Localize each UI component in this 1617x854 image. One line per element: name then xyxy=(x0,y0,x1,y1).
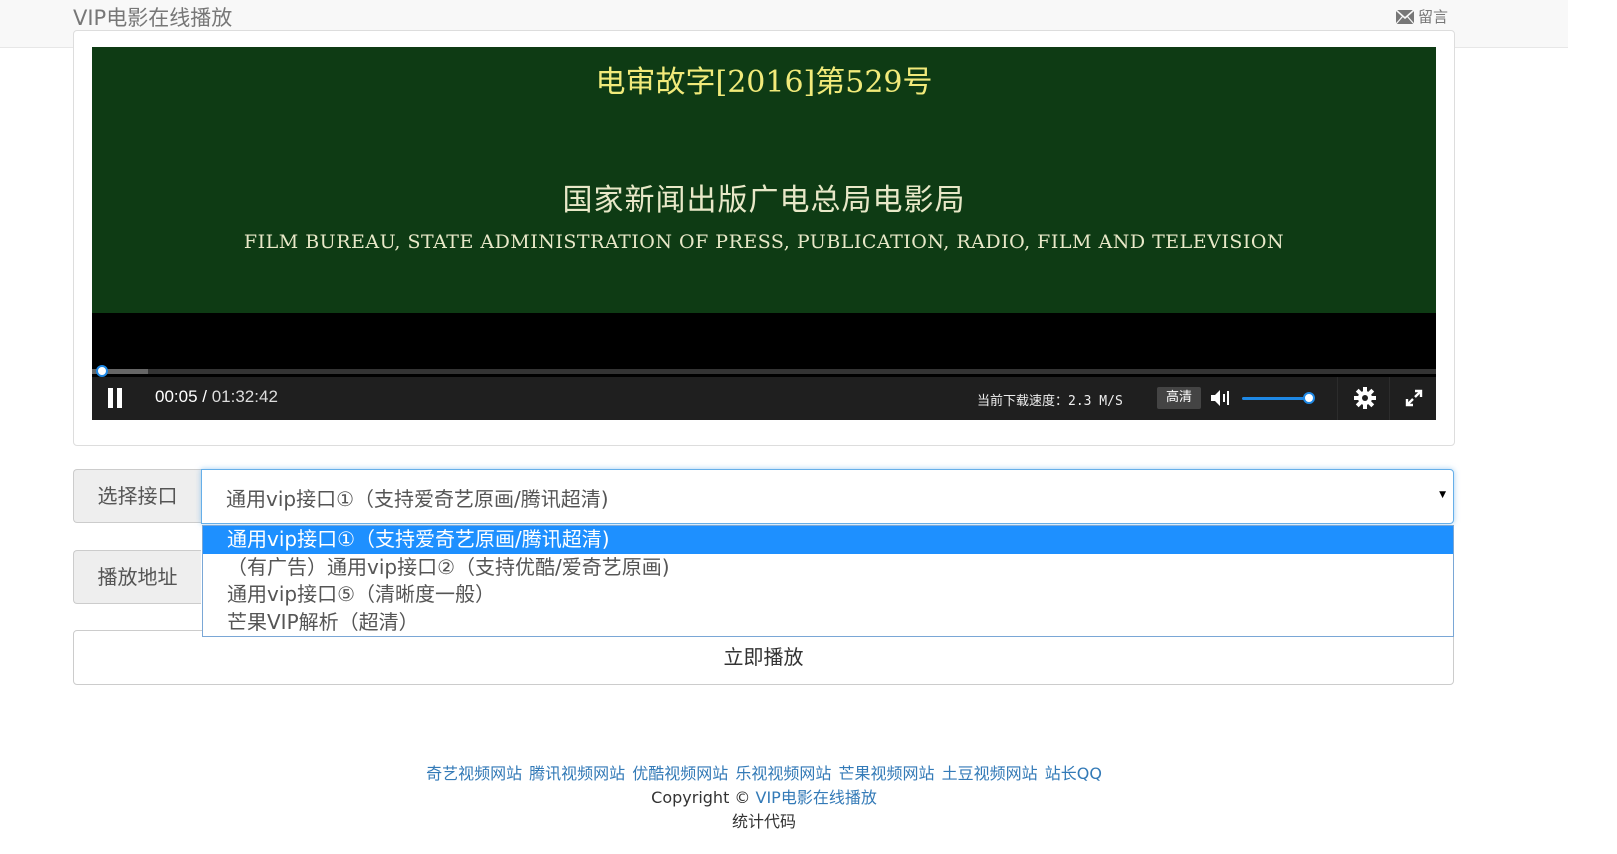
interface-option[interactable]: （有广告）通用vip接口②（支持优酷/爱奇艺原画) xyxy=(203,554,1453,582)
player-controls: 00:05 / 01:32:42 当前下载速度：2.3 M/S 高清 xyxy=(92,377,1436,420)
gear-icon[interactable] xyxy=(1353,386,1377,410)
total-time: 01:32:42 xyxy=(211,387,278,406)
video-frame: 电审故字[2016]第529号 国家新闻出版广电总局电影局 FILM BUREA… xyxy=(92,47,1436,313)
page-scrollbar[interactable] xyxy=(1568,0,1617,854)
footer-link[interactable]: 腾讯视频网站 xyxy=(529,764,625,783)
play-now-button[interactable]: 立即播放 xyxy=(73,630,1454,685)
stats-code: 统计代码 xyxy=(731,812,796,831)
volume-icon[interactable] xyxy=(1210,388,1232,408)
footer-link[interactable]: 乐视视频网站 xyxy=(735,764,831,783)
volume-slider[interactable] xyxy=(1242,397,1310,400)
interface-option[interactable]: 通用vip接口①（支持爱奇艺原画/腾讯超清) xyxy=(203,526,1453,554)
frame-bureau-text: 国家新闻出版广电总局电影局 xyxy=(562,183,966,218)
envelope-icon xyxy=(1396,9,1414,24)
brand-title[interactable]: VIP电影在线播放 xyxy=(73,2,232,32)
fullscreen-icon[interactable] xyxy=(1404,388,1424,408)
copyright-prefix: Copyright © xyxy=(651,788,756,807)
volume-handle[interactable] xyxy=(1303,392,1315,404)
interface-select[interactable]: 通用vip接口①（支持爱奇艺原画/腾讯超清) ▼ xyxy=(201,469,1454,524)
footer-link[interactable]: 奇艺视频网站 xyxy=(426,764,522,783)
footer-link[interactable]: 芒果视频网站 xyxy=(839,764,935,783)
caret-down-icon: ▼ xyxy=(1439,490,1446,500)
interface-label: 选择接口 xyxy=(73,469,201,523)
frame-bureau-english-text: FILM BUREAU, STATE ADMINISTRATION OF PRE… xyxy=(243,231,1285,253)
pause-icon[interactable] xyxy=(106,388,126,408)
progress-handle[interactable] xyxy=(96,365,108,377)
interface-option[interactable]: 芒果VIP解析（超清） xyxy=(203,609,1453,637)
message-link[interactable]: 留言 xyxy=(1396,6,1448,27)
video-player[interactable]: 电审故字[2016]第529号 国家新闻出版广电总局电影局 FILM BUREA… xyxy=(92,47,1436,420)
control-divider xyxy=(1337,377,1338,420)
current-time: 00:05 xyxy=(155,387,198,406)
control-divider xyxy=(1389,377,1390,420)
interface-select-value: 通用vip接口①（支持爱奇艺原画/腾讯超清) xyxy=(226,487,609,511)
time-display: 00:05 / 01:32:42 xyxy=(155,387,278,407)
frame-license-text: 电审故字[2016]第529号 xyxy=(595,65,933,100)
footer-links: 奇艺视频网站 腾讯视频网站 优酷视频网站 乐视视频网站 芒果视频网站 土豆视频网… xyxy=(0,760,1528,784)
copyright: Copyright © VIP电影在线播放 xyxy=(0,784,1528,808)
message-label: 留言 xyxy=(1418,8,1449,26)
progress-bar[interactable] xyxy=(92,369,1436,374)
address-label: 播放地址 xyxy=(73,550,201,604)
footer-link[interactable]: 站长QQ xyxy=(1045,764,1102,783)
copyright-link[interactable]: VIP电影在线播放 xyxy=(756,788,877,807)
time-separator: / xyxy=(197,387,212,406)
interface-option[interactable]: 通用vip接口⑤（清晰度一般） xyxy=(203,581,1453,609)
footer-link[interactable]: 土豆视频网站 xyxy=(942,764,1038,783)
quality-button[interactable]: 高清 xyxy=(1157,387,1201,409)
interface-dropdown: 通用vip接口①（支持爱奇艺原画/腾讯超清) （有广告）通用vip接口②（支持优… xyxy=(202,525,1454,637)
download-speed: 当前下载速度：2.3 M/S xyxy=(977,394,1123,409)
footer-link[interactable]: 优酷视频网站 xyxy=(632,764,728,783)
